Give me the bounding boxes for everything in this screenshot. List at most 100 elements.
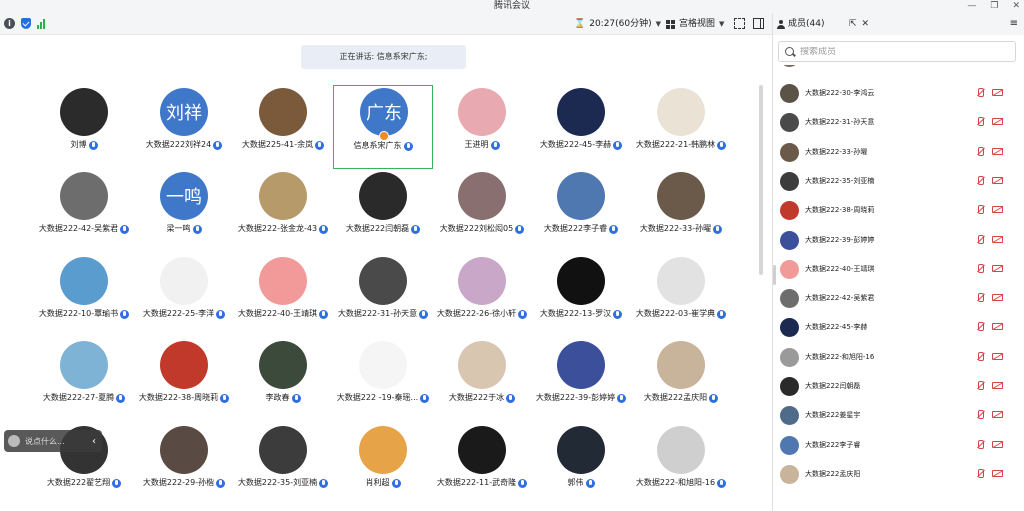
- signal-strength-icon[interactable]: [37, 19, 45, 29]
- security-shield-icon[interactable]: [21, 18, 31, 29]
- member-name: 大数据222-和旭阳-16: [805, 352, 875, 361]
- member-row[interactable]: 大数据222-和旭阳-16: [773, 343, 1024, 372]
- member-row[interactable]: 大数据222-39-彭婷婷: [773, 226, 1024, 255]
- microphone-icon: [403, 141, 413, 151]
- participant-name: 王进明: [464, 140, 489, 149]
- camera-off-icon: [992, 440, 1003, 448]
- member-avatar: [780, 201, 799, 221]
- participant-tile[interactable]: 大数据222-27-夏腾: [34, 338, 134, 422]
- participant-tile[interactable]: 大数据225-41-余岚: [233, 85, 333, 169]
- fullscreen-icon[interactable]: [734, 18, 745, 29]
- participant-tile[interactable]: 大数据222孟庆阳: [631, 338, 731, 422]
- avatar: [458, 426, 506, 474]
- participant-tile[interactable]: 大数据222-13-罗汉: [531, 254, 631, 338]
- member-search-input[interactable]: [800, 46, 1000, 57]
- participant-tile[interactable]: 大数据222-26-徐小轩: [432, 254, 532, 338]
- participant-tile[interactable]: 大数据222-33-孙曜: [631, 169, 731, 253]
- camera-off-icon: [992, 382, 1003, 389]
- participant-name: 大数据222翟艺翔: [46, 478, 111, 487]
- participant-tile[interactable]: 大数据222闫朝磊: [333, 169, 433, 253]
- participant-name: 肖利超: [365, 478, 390, 487]
- member-name: 大数据222孟庆阳: [805, 469, 861, 478]
- mic-muted-icon: [976, 293, 985, 303]
- member-row[interactable]: 大数据222-35-刘亚楠: [773, 167, 1024, 196]
- participant-tile[interactable]: 大数据222-31-孙天意: [333, 254, 433, 338]
- member-row[interactable]: 大数据222闫朝磊: [773, 372, 1024, 401]
- member-row[interactable]: 大数据222-30-李鸿云: [773, 79, 1024, 108]
- participant-tile[interactable]: 大数据222-10-覃瑜书: [34, 254, 134, 338]
- side-panel-toggle-icon[interactable]: [753, 18, 764, 29]
- camera-off-icon: [992, 294, 1003, 302]
- member-row[interactable]: 大数据222-40-王靖琪: [773, 255, 1024, 284]
- participant-name: 李政春: [265, 393, 290, 402]
- menu-icon[interactable]: ≡: [1010, 17, 1018, 31]
- members-panel-header: 成员(44) ⇱ ✕ ≡: [773, 13, 1024, 35]
- participant-tile[interactable]: 大数据222-25-李洋: [134, 254, 234, 338]
- hourglass-icon: ⌛: [574, 19, 586, 29]
- participant-tile[interactable]: 大数据222-21-韩鹏林: [631, 85, 731, 169]
- participant-tile[interactable]: 大数据222 -19-秦瑶...: [333, 338, 433, 422]
- members-scrollbar[interactable]: [773, 265, 776, 285]
- participant-tile[interactable]: 王进明: [432, 85, 532, 169]
- member-row[interactable]: 大数据222-45-李赫: [773, 313, 1024, 342]
- participant-tile[interactable]: 刘祥 大数据222刘祥24: [134, 85, 234, 169]
- grid-view-icon: [666, 19, 675, 29]
- participant-tile[interactable]: 刘博: [34, 85, 134, 169]
- participant-tile[interactable]: 郭伟: [531, 423, 631, 507]
- member-row[interactable]: 大数据222-38-周晓莉: [773, 196, 1024, 225]
- participant-tile[interactable]: 大数据222-和旭阳-16: [631, 423, 731, 507]
- participant-tile[interactable]: 大数据222于冰: [432, 338, 532, 422]
- member-row[interactable]: 大数据222-31-孙天意: [773, 108, 1024, 137]
- microphone-icon: [609, 224, 619, 234]
- minimize-icon[interactable]: —: [967, 0, 976, 13]
- member-search[interactable]: [778, 41, 1016, 62]
- participant-tile[interactable]: 大数据222李子睿: [531, 169, 631, 253]
- member-name: 大数据222-33-孙曜: [805, 147, 868, 156]
- members-tab[interactable]: 成员(44): [777, 17, 824, 31]
- participant-tile[interactable]: 一鸣 梁一鸣: [134, 169, 234, 253]
- member-avatar: [780, 435, 799, 455]
- participant-tile[interactable]: 大数据222-35-刘亚楠: [233, 423, 333, 507]
- avatar: [458, 257, 506, 305]
- chevron-down-icon: ▼: [719, 20, 725, 28]
- avatar: [458, 88, 506, 136]
- participant-tile[interactable]: 大数据222-29-孙楷: [134, 423, 234, 507]
- chat-input-bubble[interactable]: 说点什么... ‹: [4, 430, 102, 452]
- popout-icon[interactable]: ⇱: [849, 17, 857, 31]
- member-avatar: [780, 142, 799, 162]
- camera-off-icon: [992, 118, 1003, 126]
- participant-tile[interactable]: 肖利超: [333, 423, 433, 507]
- participant-name: 大数据222-45-李赫: [539, 140, 612, 149]
- participant-tile[interactable]: 大数据222-45-李赫: [531, 85, 631, 169]
- chevron-left-icon[interactable]: ‹: [92, 436, 96, 447]
- member-row[interactable]: 大数据222姜星宇: [773, 401, 1024, 430]
- member-row[interactable]: 大数据222李子睿: [773, 431, 1024, 460]
- member-row[interactable]: [773, 65, 1024, 72]
- participant-tile[interactable]: 大数据222-38-周晓莉: [134, 338, 234, 422]
- participant-tile[interactable]: 大数据222刘松闳05: [432, 169, 532, 253]
- participant-name: 刘博: [70, 140, 87, 149]
- participant-tile[interactable]: 广东 信息系宋广东: [333, 85, 433, 169]
- view-mode-dropdown[interactable]: 宫格视图 ▼: [666, 17, 724, 31]
- close-icon[interactable]: ✕: [1012, 0, 1020, 13]
- member-row[interactable]: 大数据222-42-吴紫君: [773, 284, 1024, 313]
- participant-tile[interactable]: 大数据222-40-王靖琪: [233, 254, 333, 338]
- meeting-timer[interactable]: ⌛ 20:27(60分钟) ▼: [574, 17, 661, 31]
- mic-muted-icon: [976, 175, 985, 186]
- emoji-icon[interactable]: [8, 435, 20, 447]
- member-row[interactable]: 大数据222孟庆阳: [773, 460, 1024, 489]
- info-icon[interactable]: i: [4, 18, 15, 29]
- search-icon: [785, 47, 794, 56]
- participant-tile[interactable]: 大数据222-03-崔学典: [631, 254, 731, 338]
- participant-tile[interactable]: 大数据222-11-武奇隆: [432, 423, 532, 507]
- participant-tile[interactable]: 大数据222-39-彭婷婷: [531, 338, 631, 422]
- mic-muted-icon: [976, 468, 985, 479]
- close-panel-icon[interactable]: ✕: [862, 17, 870, 31]
- grid-scrollbar[interactable]: [759, 85, 763, 275]
- participant-tile[interactable]: 大数据222-张金龙-43: [233, 169, 333, 253]
- avatar: [557, 426, 605, 474]
- restore-icon[interactable]: ❐: [990, 0, 998, 13]
- participant-tile[interactable]: 大数据222-42-吴紫君: [34, 169, 134, 253]
- member-row[interactable]: 大数据222-33-孙曜: [773, 138, 1024, 167]
- participant-tile[interactable]: 李政春: [233, 338, 333, 422]
